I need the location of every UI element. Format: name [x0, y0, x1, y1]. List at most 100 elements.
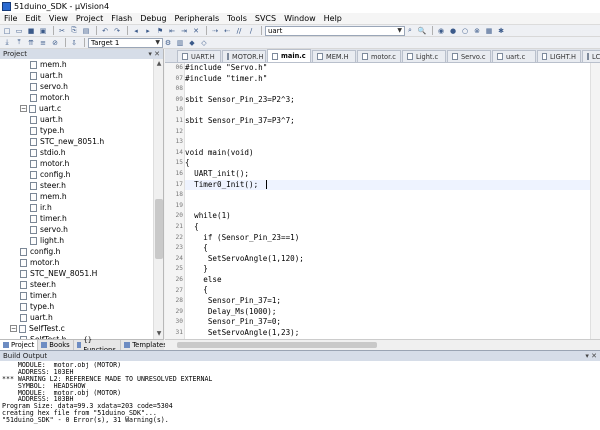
tree-node[interactable]: motor.h — [0, 257, 153, 268]
code-line[interactable]: #include "timer.h" — [185, 74, 590, 85]
code-line[interactable]: { — [185, 222, 590, 233]
open-file-icon[interactable]: ▭ — [14, 26, 24, 36]
code-area[interactable]: #include "Servo.h" #include "timer.h" sbit… — [185, 63, 590, 339]
editor-tab-motor-c[interactable]: motor.c — [357, 50, 401, 62]
code-line[interactable]: Sensor_Pin_37=1; — [185, 296, 590, 307]
panel-close-icon[interactable]: ▾ ✕ — [148, 50, 160, 58]
editor-tab-uart-h[interactable]: UART.H — [177, 50, 221, 62]
disable-breakpoint-icon[interactable]: ○ — [460, 26, 470, 36]
editor-tab-servo-c[interactable]: Servo.c — [447, 50, 491, 62]
undo-icon[interactable]: ↶ — [100, 26, 110, 36]
tree-node[interactable]: steer.h — [0, 180, 153, 191]
tree-node[interactable]: light.h — [0, 235, 153, 246]
code-line[interactable]: #include "Servo.h" — [185, 63, 590, 74]
code-line[interactable]: { — [185, 285, 590, 296]
menu-item-edit[interactable]: Edit — [21, 13, 45, 25]
code-line[interactable]: sbit Sensor_Pin_23=P2^3; — [185, 95, 590, 106]
menu-item-tools[interactable]: Tools — [223, 13, 251, 25]
code-line[interactable] — [185, 137, 590, 148]
code-line[interactable]: Delay_Ms(1000); — [185, 307, 590, 318]
settings-icon[interactable]: ✱ — [496, 26, 506, 36]
tree-node[interactable]: steer.h — [0, 279, 153, 290]
code-line[interactable]: Sensor_Pin_37=0; — [185, 317, 590, 328]
project-scrollbar[interactable]: ▲ ▼ — [153, 59, 163, 339]
tree-node[interactable]: STC_new_8051.h — [0, 136, 153, 147]
code-line[interactable]: UART_init(); — [185, 169, 590, 180]
editor-tab-motor-h[interactable]: MOTOR.H — [222, 50, 266, 62]
find-in-files-icon[interactable]: ⌕ — [405, 26, 415, 36]
code-line[interactable] — [185, 201, 590, 212]
code-line[interactable]: while(1) — [185, 211, 590, 222]
cut-icon[interactable]: ✂ — [57, 26, 67, 36]
editor-tab-uart-c[interactable]: uart.c — [492, 50, 536, 62]
editor-tab-mem-h[interactable]: MEM.H — [312, 50, 356, 62]
editor-tab-lcd-128[interactable]: LCD_128 — [582, 50, 600, 62]
file-extensions-icon[interactable]: ▥ — [175, 38, 185, 48]
tree-node[interactable]: servo.h — [0, 81, 153, 92]
collapse-icon[interactable]: − — [10, 325, 17, 332]
code-line[interactable] — [185, 190, 590, 201]
editor-vertical-scrollbar[interactable] — [590, 63, 600, 339]
scroll-down-icon[interactable]: ▼ — [155, 330, 163, 338]
project-tab-0[interactable]: Project — [0, 340, 39, 350]
tree-node[interactable]: mem.h — [0, 191, 153, 202]
menu-item-project[interactable]: Project — [72, 13, 107, 25]
editor-horizontal-scrollbar[interactable] — [165, 339, 600, 350]
code-line[interactable] — [185, 84, 590, 95]
code-line[interactable]: SetServoAngle(1,120); — [185, 254, 590, 265]
menu-item-help[interactable]: Help — [320, 13, 346, 25]
menu-item-debug[interactable]: Debug — [136, 13, 170, 25]
scroll-up-icon[interactable]: ▲ — [155, 60, 163, 68]
tree-node[interactable]: type.h — [0, 125, 153, 136]
uncomment-icon[interactable]: / — [246, 26, 256, 36]
code-line[interactable] — [185, 105, 590, 116]
batch-build-icon[interactable]: ≡ — [38, 38, 48, 48]
tree-node[interactable]: type.h — [0, 301, 153, 312]
panel-close-icon[interactable]: ▾ ✕ — [585, 352, 597, 360]
build-icon[interactable]: ⤒ — [14, 38, 24, 48]
editor-tab-light-c[interactable]: Light.c — [402, 50, 446, 62]
tree-node[interactable]: uart.h — [0, 114, 153, 125]
tree-node[interactable]: STC_NEW_8051.H — [0, 268, 153, 279]
translate-icon[interactable]: ⤓ — [2, 38, 12, 48]
tree-node[interactable]: motor.h — [0, 92, 153, 103]
tree-node[interactable]: − uart.c — [0, 103, 153, 114]
tree-node[interactable]: ir.h — [0, 202, 153, 213]
code-line[interactable]: { — [185, 243, 590, 254]
new-file-icon[interactable]: □ — [2, 26, 12, 36]
window-layout-icon[interactable]: ▦ — [484, 26, 494, 36]
target-select[interactable]: Target 1 ▼ — [88, 37, 163, 48]
rebuild-icon[interactable]: ⇈ — [26, 38, 36, 48]
editor-tab-main-c[interactable]: main.c — [267, 49, 311, 62]
manage-components-icon[interactable]: ◆ — [187, 38, 197, 48]
tree-node[interactable]: config.h — [0, 246, 153, 257]
next-bookmark-icon[interactable]: ⇥ — [179, 26, 189, 36]
code-line[interactable]: SetServoAngle(1,23); — [185, 328, 590, 339]
comment-icon[interactable]: // — [234, 26, 244, 36]
build-output-text[interactable]: MODULE: motor.obj (MOTOR) ADDRESS: 103EH… — [2, 362, 598, 430]
indent-icon[interactable]: ⇢ — [210, 26, 220, 36]
menu-item-flash[interactable]: Flash — [107, 13, 136, 25]
nav-back-icon[interactable]: ◂ — [131, 26, 141, 36]
find-combo[interactable]: uart ▼ — [265, 25, 405, 36]
menu-item-file[interactable]: File — [0, 13, 21, 25]
tree-node[interactable]: uart.h — [0, 70, 153, 81]
menu-item-peripherals[interactable]: Peripherals — [171, 13, 224, 25]
code-line[interactable] — [185, 127, 590, 138]
project-tab-3[interactable]: Templates — [121, 340, 171, 350]
debug-icon[interactable]: ◉ — [436, 26, 446, 36]
tree-node[interactable]: uart.h — [0, 312, 153, 323]
find-icon[interactable]: 🔍 — [417, 26, 427, 36]
bookmark-icon[interactable]: ⚑ — [155, 26, 165, 36]
download-icon[interactable]: ⇩ — [69, 38, 79, 48]
breakpoint-icon[interactable]: ● — [448, 26, 458, 36]
stop-build-icon[interactable]: ⊘ — [50, 38, 60, 48]
menu-item-svcs[interactable]: SVCS — [251, 13, 280, 25]
unindent-icon[interactable]: ⇠ — [222, 26, 232, 36]
tree-node[interactable]: motor.h — [0, 158, 153, 169]
code-line[interactable]: { — [185, 158, 590, 169]
target-options-icon[interactable]: ⚙ — [163, 38, 173, 48]
save-icon[interactable]: ■ — [26, 26, 36, 36]
code-line[interactable]: else — [185, 275, 590, 286]
code-line[interactable]: sbit Sensor_Pin_37=P3^7; — [185, 116, 590, 127]
